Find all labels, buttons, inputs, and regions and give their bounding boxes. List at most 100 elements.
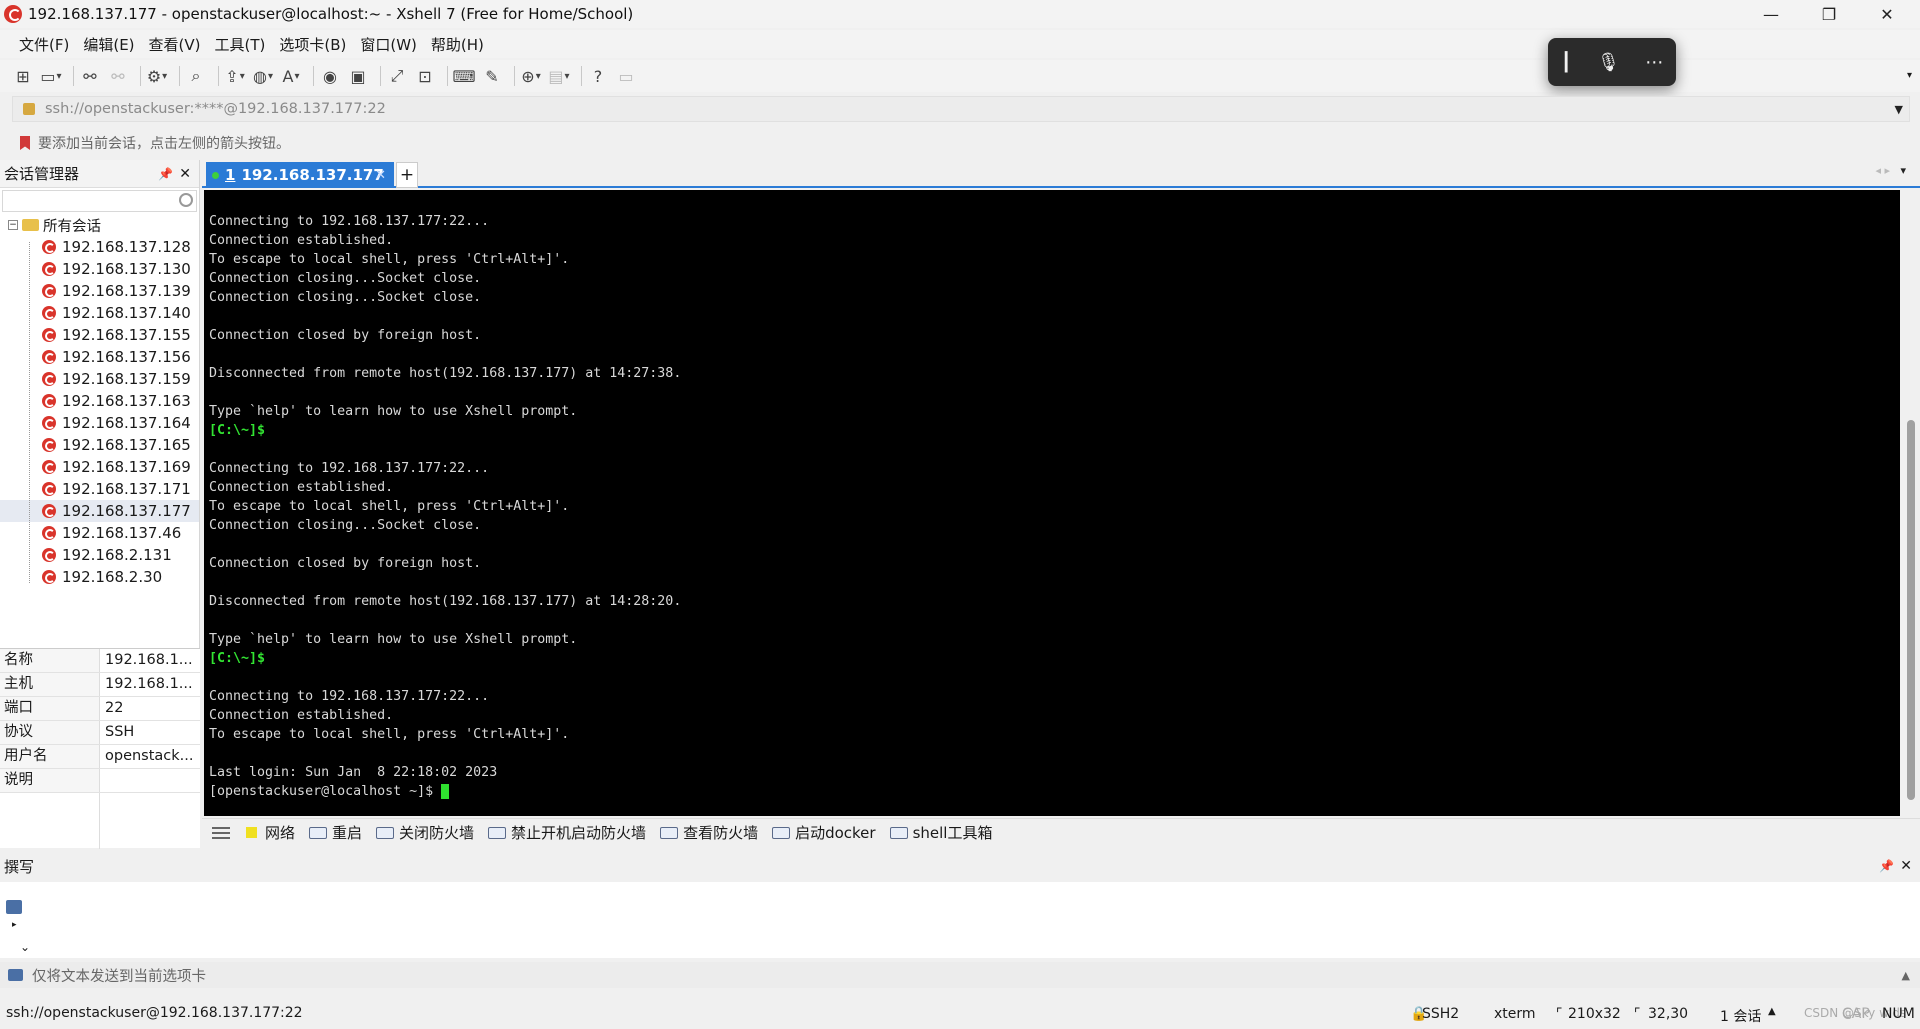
toolbar-divider — [447, 66, 448, 86]
xmanager-icon[interactable]: ▣ — [347, 65, 369, 87]
drag-handle-icon[interactable]: ┃ — [1561, 52, 1572, 73]
composer-title: 撰写 — [4, 857, 35, 876]
tab-session-177[interactable]: 1 192.168.137.177 ✕ — [206, 162, 394, 188]
highlight-icon[interactable]: ✎ — [481, 65, 503, 87]
terminal-icon[interactable] — [6, 900, 22, 914]
property-value: SSH — [105, 724, 135, 740]
property-key: 主机 — [0, 673, 100, 696]
close-panel-icon[interactable]: ✕ — [179, 166, 191, 182]
tab-nav-arrows[interactable]: ◂ ▸ ▾ — [1875, 164, 1906, 177]
quick-command-button[interactable]: 启动docker — [772, 822, 876, 843]
close-window-button[interactable]: ✕ — [1858, 0, 1916, 28]
quick-command-button[interactable]: 禁止开机启动防火墙 — [488, 822, 646, 843]
close-panel-icon[interactable]: ✕ — [1900, 858, 1912, 874]
session-search-input[interactable] — [2, 190, 197, 212]
pin-icon[interactable]: 📌 — [1879, 859, 1894, 873]
pin-icon[interactable]: 📌 — [158, 167, 173, 181]
quick-command-button[interactable]: 重启 — [309, 822, 362, 843]
terminal-line: Connecting to 192.168.137.177:22... — [209, 687, 1900, 706]
address-bar[interactable]: ssh://openstackuser:****@192.168.137.177… — [12, 96, 1910, 122]
hint-text: 要添加当前会话，点击左侧的箭头按钮。 — [38, 136, 290, 152]
reconnect-icon[interactable]: ⚯ — [79, 65, 101, 87]
address-dropdown-icon[interactable]: ▼ — [1895, 103, 1903, 116]
status-sessions[interactable]: 1 会话 — [1720, 1006, 1761, 1026]
new-tab-icon[interactable]: ⊕ — [520, 65, 542, 87]
globe-icon[interactable]: ◍ — [252, 65, 274, 87]
composer-input[interactable]: ▸ ⌄ — [0, 882, 1920, 958]
disconnect-icon[interactable]: ⚯ — [107, 65, 129, 87]
quick-command-button[interactable]: 查看防火墙 — [660, 822, 758, 843]
session-label: 192.168.137.139 — [62, 282, 191, 300]
toolbar-overflow-icon[interactable]: ▾ — [1907, 70, 1912, 81]
terminal-text: Connecting to 192.168.137.177:22... — [209, 689, 490, 704]
minimize-button[interactable]: — — [1742, 0, 1800, 28]
session-label: 192.168.137.140 — [62, 304, 191, 322]
session-label: 192.168.2.30 — [62, 568, 163, 586]
terminal-line: Connection closing...Socket close. — [209, 516, 1900, 535]
quick-command-button[interactable]: 网络 — [246, 822, 295, 843]
new-session-icon[interactable]: ⊞ — [12, 65, 34, 87]
terminal-scrollbar[interactable] — [1902, 190, 1920, 816]
quick-command-button[interactable]: 关闭防火墙 — [376, 822, 474, 843]
more-options-icon[interactable]: ⋯ — [1645, 52, 1663, 73]
keyboard-icon[interactable]: ⌨ — [452, 65, 475, 87]
terminal-line: Connecting to 192.168.137.177:22... — [209, 459, 1900, 478]
restore-button[interactable]: ❐ — [1800, 0, 1858, 28]
terminal-text: Connection closing...Socket close. — [209, 271, 482, 286]
terminal-text: To escape to local shell, press 'Ctrl+Al… — [209, 252, 570, 267]
menu-window[interactable]: 窗口(W) — [353, 34, 424, 55]
xftp-icon[interactable]: ◉ — [319, 65, 341, 87]
fullscreen-icon[interactable]: ⤢ — [386, 65, 408, 87]
collapse-icon[interactable]: − — [8, 220, 18, 230]
menu-tools[interactable]: 工具(T) — [208, 34, 273, 55]
hamburger-menu-icon[interactable] — [212, 826, 230, 839]
terminal-line: Connection established. — [209, 231, 1900, 250]
menu-help[interactable]: 帮助(H) — [424, 34, 491, 55]
quick-command-bar: 网络 重启 关闭防火墙 禁止开机启动防火墙 查看防火墙 启动docker shell工具箱 — [202, 818, 1920, 846]
sessions-up-icon[interactable]: ▲ — [1768, 1006, 1776, 1017]
layout-icon[interactable]: ▤ — [548, 65, 570, 87]
bookmark-icon[interactable] — [20, 136, 30, 150]
tree-root-all-sessions[interactable]: − 所有会话 — [0, 214, 199, 236]
terminal-line: Connection established. — [209, 478, 1900, 497]
address-text[interactable]: ssh://openstackuser:****@192.168.137.177… — [45, 101, 386, 117]
new-tab-button[interactable]: + — [396, 162, 418, 188]
scrollbar-thumb[interactable] — [1907, 420, 1915, 800]
quick-command-button[interactable]: shell工具箱 — [889, 822, 993, 843]
session-icon — [42, 548, 56, 562]
chat-icon[interactable]: ▭ — [615, 65, 637, 87]
session-icon — [42, 438, 56, 452]
send-target-dropdown-icon[interactable]: ▲ — [1902, 969, 1910, 982]
search-icon[interactable]: ⌕ — [185, 65, 207, 87]
session-icon — [42, 460, 56, 474]
terminal-line: Connection closing...Socket close. — [209, 269, 1900, 288]
menu-tabs[interactable]: 选项卡(B) — [272, 34, 353, 55]
menu-view[interactable]: 查看(V) — [142, 34, 208, 55]
open-folder-icon[interactable]: ▭ — [40, 65, 62, 87]
help-icon[interactable]: ? — [587, 65, 609, 87]
terminal-output[interactable]: Connecting to 192.168.137.177:22... Conne… — [204, 190, 1900, 816]
properties-icon[interactable]: ⚙ — [146, 65, 168, 87]
double-chevron-down-icon[interactable]: ⌄ — [20, 940, 30, 954]
terminal-line: Connection closed by foreign host. — [209, 554, 1900, 573]
terminal-icon — [8, 969, 23, 981]
menu-file[interactable]: 文件(F) — [12, 34, 76, 55]
tab-index: 1 — [225, 166, 236, 184]
microphone-icon[interactable]: 🎙 — [1597, 52, 1620, 73]
quick-command-label: shell工具箱 — [912, 824, 993, 842]
send-target-bar[interactable]: 仅将文本发送到当前选项卡 ▲ — [0, 962, 1920, 988]
lock-icon[interactable]: ⊡ — [414, 65, 436, 87]
send-target-label[interactable]: 仅将文本发送到当前选项卡 — [32, 965, 206, 986]
session-label: 192.168.137.130 — [62, 260, 191, 278]
terminal-text: Type `help' to learn how to use Xshell p… — [209, 632, 578, 647]
tab-close-icon[interactable]: ✕ — [375, 168, 386, 183]
session-label: 192.168.137.46 — [62, 524, 182, 542]
font-icon[interactable]: A — [280, 65, 302, 87]
menu-edit[interactable]: 编辑(E) — [76, 34, 141, 55]
session-icon — [42, 482, 56, 496]
transfer-icon[interactable]: ⇪ — [224, 65, 246, 87]
expand-arrow-icon[interactable]: ▸ — [12, 920, 17, 930]
